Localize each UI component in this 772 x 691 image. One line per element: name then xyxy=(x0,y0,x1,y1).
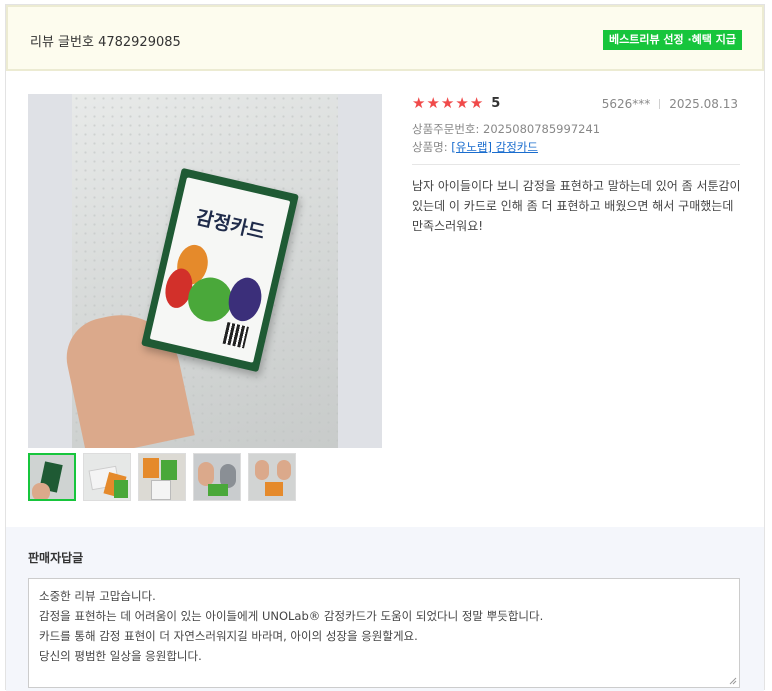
review-header: 리뷰 글번호 4782929085 베스트리뷰 선정 ·혜택 지급 xyxy=(6,5,764,71)
order-number-value: 2025080785997241 xyxy=(483,122,601,136)
review-number: 리뷰 글번호 4782929085 xyxy=(30,35,181,50)
review-photo: 감정카드 xyxy=(59,94,338,448)
star-icon: ★ xyxy=(469,94,484,112)
star-icon: ★ xyxy=(426,94,440,112)
reviewer-id: 5626*** xyxy=(601,97,651,111)
seller-reply-line: 카드를 통해 감정 표현이 더 자연스러워지길 바라며, 아이의 성장을 응원할… xyxy=(39,629,418,643)
review-body: 남자 아이들이다 보니 감정을 표현하고 말하는데 있어 좀 서툰감이 있는데 … xyxy=(412,179,741,233)
star-icon: ★ xyxy=(455,94,469,112)
rating-score: 5 xyxy=(491,95,501,111)
star-icon: ★ xyxy=(412,94,426,112)
seller-reply-title: 판매자답글 xyxy=(28,551,84,565)
star-icon: ★ xyxy=(440,94,455,112)
order-number-label: 상품주문번호: xyxy=(412,122,484,136)
thumbnail-5[interactable] xyxy=(248,453,296,501)
product-link[interactable]: [유노랩] 감정카드 xyxy=(451,140,538,154)
seller-reply-textarea[interactable]: 소중한 리뷰 고맙습니다. 감정을 표현하는 데 어려움이 있는 아이들에게 U… xyxy=(28,578,740,688)
seller-reply-line: 감정을 표현하는 데 어려움이 있는 아이들에게 UNOLab® 감정카드가 도… xyxy=(39,609,544,623)
order-number: 상품주문번호: 2025080785997241 xyxy=(412,121,600,137)
product-info: 상품명: [유노랩] 감정카드 xyxy=(412,139,538,155)
thumbnail-2[interactable] xyxy=(83,453,131,501)
best-review-badge: 베스트리뷰 선정 ·혜택 지급 xyxy=(603,30,742,50)
meta-divider xyxy=(659,99,661,109)
main-review-image[interactable]: 감정카드 xyxy=(28,94,382,448)
review-date: 2025.08.13 xyxy=(669,97,738,111)
seller-reply-line: 소중한 리뷰 고맙습니다. xyxy=(39,589,156,603)
product-label: 상품명: xyxy=(412,140,452,154)
seller-reply-section: 판매자답글 소중한 리뷰 고맙습니다. 감정을 표현하는 데 어려움이 있는 아… xyxy=(6,527,764,691)
review-card: 리뷰 글번호 4782929085 베스트리뷰 선정 ·혜택 지급 감정카드 ★… xyxy=(5,4,765,691)
review-meta: 5626*** 2025.08.13 xyxy=(602,97,738,111)
card-box-title: 감정카드 xyxy=(193,206,267,244)
star-rating: ★ ★ ★ ★ ★ 5 xyxy=(412,95,500,111)
thumbnail-3[interactable] xyxy=(138,453,186,501)
resize-handle-icon[interactable] xyxy=(729,677,737,685)
divider xyxy=(412,164,740,165)
thumbnail-1[interactable] xyxy=(28,453,76,501)
seller-reply-line: 당신의 평범한 일상을 응원합니다. xyxy=(39,649,202,663)
thumbnail-4[interactable] xyxy=(193,453,241,501)
